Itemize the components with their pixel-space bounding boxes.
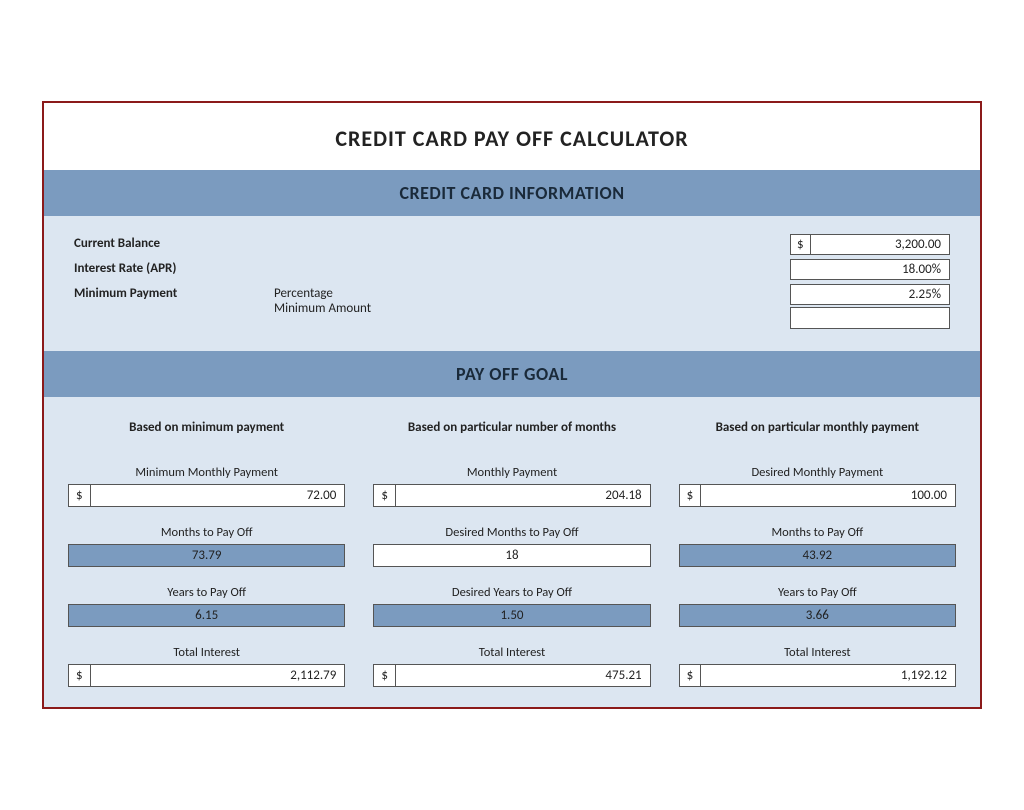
- years-payoff-value-1: 6.15: [68, 604, 345, 627]
- dollar-icon-4: $: [374, 665, 396, 686]
- interest-rate-input[interactable]: 18.00%: [790, 259, 950, 280]
- desired-years-label: Desired Years to Pay Off: [452, 585, 572, 600]
- desired-years-value: 1.50: [373, 604, 650, 627]
- total-interest-label-1: Total Interest: [173, 645, 240, 660]
- dollar-icon-3: $: [374, 485, 396, 506]
- col-header-months: Based on particular number of months: [408, 407, 616, 447]
- payoff-goal-section: Based on minimum payment Minimum Monthly…: [44, 397, 980, 707]
- minimum-payment-middle: Percentage Minimum Amount: [274, 284, 790, 316]
- dollar-icon-1: $: [69, 485, 91, 506]
- credit-card-info: Current Balance $ 3,200.00 Interest Rate…: [44, 216, 980, 351]
- interest-rate-middle: [274, 259, 790, 261]
- desired-months-label: Desired Months to Pay Off: [445, 525, 578, 540]
- minimum-payment-pct-value: 2.25%: [791, 285, 949, 304]
- current-balance-input[interactable]: $ 3,200.00: [790, 234, 950, 255]
- desired-monthly-value: 100.00: [701, 485, 955, 506]
- desired-monthly-input[interactable]: $ 100.00: [679, 484, 956, 507]
- dollar-icon-6: $: [680, 665, 702, 686]
- credit-card-section-header: CREDIT CARD INFORMATION: [44, 170, 980, 216]
- total-interest-input-3[interactable]: $ 1,192.12: [679, 664, 956, 687]
- current-balance-value-group: $ 3,200.00: [790, 234, 950, 257]
- monthly-payment-value-2: 204.18: [396, 485, 650, 506]
- total-interest-label-3: Total Interest: [784, 645, 851, 660]
- monthly-payment-label-2: Monthly Payment: [467, 465, 557, 480]
- years-payoff-label-1: Years to Pay Off: [167, 585, 246, 600]
- interest-rate-row: Interest Rate (APR) 18.00%: [74, 259, 950, 282]
- interest-rate-label: Interest Rate (APR): [74, 259, 274, 276]
- monthly-payment-input-2[interactable]: $ 204.18: [373, 484, 650, 507]
- interest-rate-value-group: 18.00%: [790, 259, 950, 282]
- payoff-col-minimum: Based on minimum payment Minimum Monthly…: [54, 397, 359, 689]
- col-header-monthly: Based on particular monthly payment: [716, 407, 919, 447]
- col-header-minimum: Based on minimum payment: [129, 407, 284, 447]
- page-title: CREDIT CARD PAY OFF CALCULATOR: [44, 103, 980, 170]
- minimum-amount-input[interactable]: [790, 307, 950, 329]
- years-payoff-label-3: Years to Pay Off: [778, 585, 857, 600]
- months-payoff-value-1: 73.79: [68, 544, 345, 567]
- current-balance-value: 3,200.00: [811, 235, 949, 254]
- total-interest-value-3: 1,192.12: [701, 665, 955, 686]
- calculator-container: CREDIT CARD PAY OFF CALCULATOR CREDIT CA…: [42, 101, 982, 709]
- minimum-payment-row: Minimum Payment Percentage Minimum Amoun…: [74, 284, 950, 331]
- payoff-col-months: Based on particular number of months Mon…: [359, 397, 664, 689]
- percentage-label: Percentage: [274, 286, 790, 301]
- desired-monthly-label: Desired Monthly Payment: [751, 465, 883, 480]
- current-balance-label: Current Balance: [74, 234, 274, 251]
- minimum-payment-value-group: 2.25%: [790, 284, 950, 331]
- total-interest-label-2: Total Interest: [479, 645, 546, 660]
- min-monthly-payment-input[interactable]: $ 72.00: [68, 484, 345, 507]
- payoff-col-monthly: Based on particular monthly payment Desi…: [665, 397, 970, 689]
- current-balance-row: Current Balance $ 3,200.00: [74, 234, 950, 257]
- desired-months-input[interactable]: 18: [373, 544, 650, 567]
- total-interest-input-1[interactable]: $ 2,112.79: [68, 664, 345, 687]
- dollar-icon-2: $: [69, 665, 91, 686]
- dollar-sign: $: [791, 235, 811, 254]
- total-interest-value-2: 475.21: [396, 665, 650, 686]
- minimum-payment-pct-input[interactable]: 2.25%: [790, 284, 950, 305]
- months-payoff-label-1: Months to Pay Off: [161, 525, 253, 540]
- min-monthly-payment-value: 72.00: [91, 485, 345, 506]
- total-interest-value-1: 2,112.79: [91, 665, 345, 686]
- minimum-payment-label: Minimum Payment: [74, 284, 274, 301]
- dollar-icon-5: $: [680, 485, 702, 506]
- interest-rate-value: 18.00%: [791, 260, 949, 279]
- min-monthly-payment-label: Minimum Monthly Payment: [135, 465, 278, 480]
- payoff-columns: Based on minimum payment Minimum Monthly…: [44, 397, 980, 689]
- months-payoff-label-3: Months to Pay Off: [771, 525, 863, 540]
- minimum-amount-label: Minimum Amount: [274, 301, 790, 316]
- payoff-section-header: PAY OFF GOAL: [44, 351, 980, 397]
- total-interest-input-2[interactable]: $ 475.21: [373, 664, 650, 687]
- current-balance-middle: [274, 234, 790, 236]
- months-payoff-value-3: 43.92: [679, 544, 956, 567]
- years-payoff-value-3: 3.66: [679, 604, 956, 627]
